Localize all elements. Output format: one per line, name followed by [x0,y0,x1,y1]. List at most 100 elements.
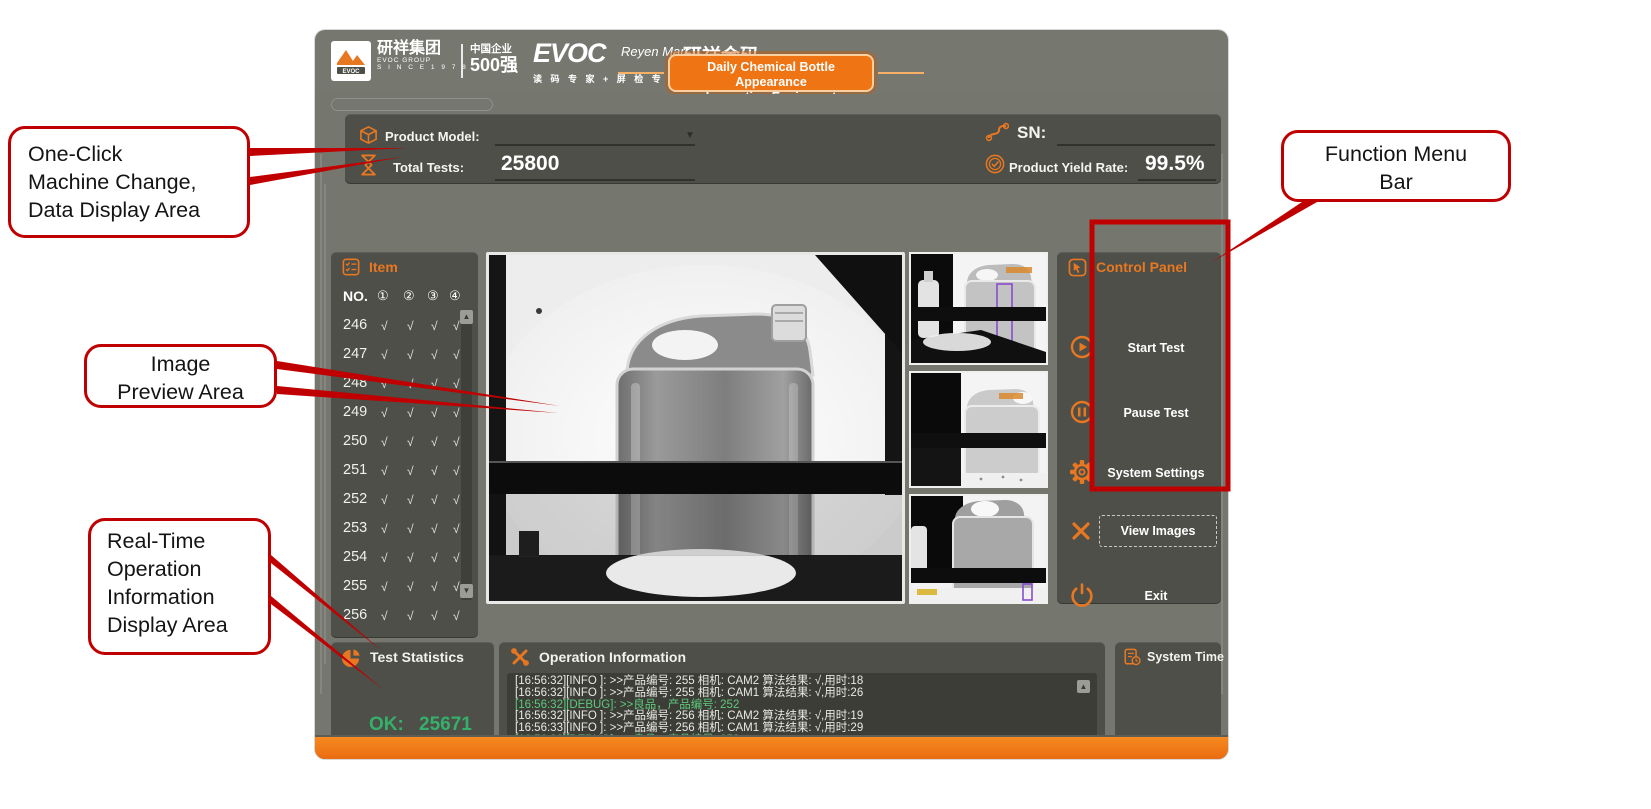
app-window: EVOC 研祥集团 EVOC GROUP S I N C E 1 9 7 8 中… [315,30,1228,759]
check-mark: √ [407,493,414,507]
table-row[interactable]: 255√√√√ [331,573,478,602]
pie-chart-icon [342,648,361,667]
table-row[interactable]: 249√√√√ [331,399,478,428]
callout-line: Function Menu [1284,140,1508,168]
brand-rank-500: 500强 [470,55,518,75]
cube-icon [359,126,378,145]
app-title-plate: Daily Chemical Bottle Appearance Inspect… [668,54,874,92]
col-4: ④ [449,288,461,304]
check-mark: √ [407,580,414,594]
table-row[interactable]: 256√√√√ [331,602,478,631]
callout-image-preview-area: Image Preview Area [84,344,277,408]
check-mark: √ [431,609,438,623]
brand-since: S I N C E 1 9 7 8 [377,64,468,71]
scroll-up-icon[interactable]: ▲ [460,310,473,324]
view-images-button[interactable]: View Images [1099,515,1217,547]
yield-label: Product Yield Rate: [1009,160,1128,175]
table-row[interactable]: 253√√√√ [331,515,478,544]
product-model-field[interactable] [495,144,695,146]
bottle-camera-image [489,255,902,601]
check-mark: √ [381,406,388,420]
svg-text:EVOC: EVOC [342,69,360,75]
check-mark: √ [381,377,388,391]
row-number: 254 [343,549,367,565]
evoc-logo: EVOC [331,41,371,81]
check-mark: √ [407,464,414,478]
callout-realtime-info-area: Real-Time Operation Information Display … [88,518,271,655]
col-3: ③ [427,288,439,304]
product-model-label: Product Model: [385,129,480,144]
brand-rank: 中国企业 500强 [470,43,518,75]
total-tests-label: Total Tests: [393,160,464,175]
control-panel-icon [1068,258,1087,277]
table-row[interactable]: 248√√√√ [331,370,478,399]
table-row[interactable]: 250√√√√ [331,428,478,457]
exit-button[interactable]: Exit [1057,580,1221,614]
control-panel: Control Panel Start Test Pause Te [1057,252,1221,604]
decoration-tab [331,98,493,111]
table-row[interactable]: 254√√√√ [331,544,478,573]
row-number: 248 [343,375,367,391]
check-mark: √ [381,493,388,507]
hourglass-icon [360,154,377,176]
preview-thumbnail-2[interactable] [909,371,1048,488]
close-icon [1069,519,1093,543]
view-images-item[interactable]: View Images [1057,517,1221,551]
row-number: 253 [343,520,367,536]
row-number: 247 [343,346,367,362]
check-mark: √ [407,319,414,333]
pause-test-button[interactable]: Pause Test [1057,397,1221,431]
evoc-wordmark: EVOC [533,38,606,69]
table-row[interactable]: 251√√√√ [331,457,478,486]
scroll-down-icon[interactable]: ▼ [460,584,473,598]
operation-information-title: Operation Information [539,649,686,665]
check-mark: √ [453,522,460,536]
check-mark: √ [453,435,460,449]
log-scroll-up-icon[interactable]: ▲ [1077,680,1090,693]
system-settings-button[interactable]: System Settings [1057,457,1221,491]
check-mark: √ [431,580,438,594]
callout-line: Machine Change, [28,168,247,196]
yield-icon [985,154,1005,174]
table-row[interactable]: 247√√√√ [331,341,478,370]
preview-thumbnail-1[interactable] [909,252,1048,365]
table-row[interactable]: 252√√√√ [331,486,478,515]
app-footer [315,735,1228,759]
check-mark: √ [453,580,460,594]
check-mark: √ [381,609,388,623]
total-tests-field [495,179,695,181]
table-row[interactable]: 246√√√√ [331,312,478,341]
brand-divider [461,44,463,78]
check-mark: √ [453,319,460,333]
checklist-icon [342,258,360,276]
check-mark: √ [381,580,388,594]
check-mark: √ [453,609,460,623]
preview-thumbnail-3[interactable] [909,494,1048,604]
chevron-down-icon[interactable]: ▼ [685,130,695,141]
sn-field[interactable] [1057,144,1215,146]
item-panel-title: Item [369,259,398,275]
crossed-tools-icon [510,647,530,667]
decoration-line-left [320,154,322,694]
start-test-button[interactable]: Start Test [1057,332,1221,366]
item-scrollbar[interactable] [461,310,472,600]
row-number: 249 [343,404,367,420]
pause-icon [1069,399,1095,425]
start-icon [1069,334,1095,360]
row-number: 246 [343,317,367,333]
sn-label: SN: [1017,123,1046,143]
check-mark: √ [453,464,460,478]
check-mark: √ [431,551,438,565]
row-number: 256 [343,607,367,623]
col-1: ① [377,288,389,304]
callout-line: Information [107,583,268,611]
start-test-label: Start Test [1097,341,1215,355]
check-mark: √ [407,551,414,565]
check-mark: √ [431,522,438,536]
check-mark: √ [407,406,414,420]
callout-function-menu-bar: Function Menu Bar [1281,130,1511,202]
check-mark: √ [431,348,438,362]
check-mark: √ [453,348,460,362]
check-mark: √ [407,522,414,536]
brand-group-en: EVOC GROUP [377,57,468,64]
